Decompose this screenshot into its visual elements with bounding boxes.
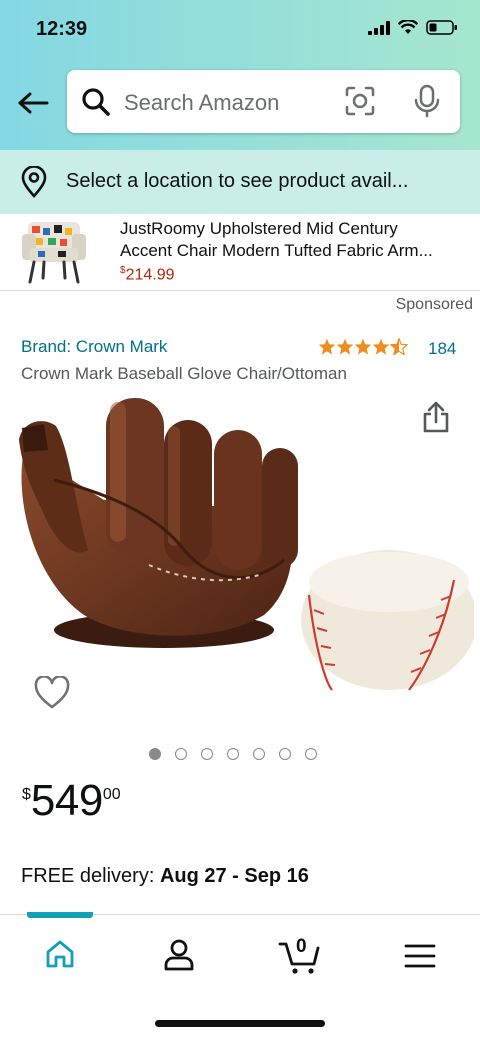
price-whole: 549 (30, 776, 103, 825)
ad-title[interactable]: JustRoomy Upholstered Mid Century Accent… (120, 218, 460, 262)
wishlist-heart-icon[interactable] (34, 676, 70, 710)
search-icon (82, 88, 110, 116)
carousel-dot[interactable] (175, 748, 187, 760)
star-icon (336, 338, 354, 355)
delivery-label: FREE delivery: (21, 865, 160, 887)
nav-active-indicator (27, 912, 93, 918)
wifi-icon (398, 20, 418, 34)
image-carousel-dots[interactable] (149, 748, 317, 760)
ad-title-line2: Accent Chair Modern Tufted Fabric Arm... (120, 241, 433, 260)
back-button[interactable] (14, 84, 52, 122)
cart-count: 0 (296, 936, 307, 957)
carousel-dot[interactable] (149, 748, 161, 760)
ad-product-image[interactable] (18, 216, 90, 286)
price-fraction: 00 (102, 786, 121, 803)
battery-icon (426, 20, 457, 35)
search-bar[interactable]: Search Amazon (67, 70, 460, 133)
review-count[interactable]: 184 (428, 339, 456, 359)
search-input[interactable]: Search Amazon (124, 90, 279, 116)
status-bar: 12:39 (0, 0, 480, 60)
brand-link[interactable]: Brand: Crown Mark (21, 337, 167, 357)
half-star-icon (390, 338, 408, 355)
delivery-info: FREE delivery: Aug 27 - Sep 16 (21, 865, 309, 888)
star-rating[interactable] (318, 338, 408, 355)
menu-icon[interactable] (404, 944, 436, 968)
star-icon (318, 338, 336, 355)
carousel-dot[interactable] (305, 748, 317, 760)
carousel-dot[interactable] (253, 748, 265, 760)
star-icon (372, 338, 390, 355)
star-icon (354, 338, 372, 355)
ad-price: $214.99 (120, 265, 175, 284)
camera-search-icon[interactable] (344, 85, 376, 117)
account-icon[interactable] (163, 938, 195, 972)
carousel-dot[interactable] (227, 748, 239, 760)
location-pin-icon (21, 166, 47, 198)
share-icon[interactable] (422, 400, 450, 434)
ad-title-line1: JustRoomy Upholstered Mid Century (120, 219, 398, 238)
carousel-dot[interactable] (201, 748, 213, 760)
product-image[interactable] (14, 390, 474, 720)
sponsored-label: Sponsored (395, 296, 473, 313)
microphone-icon[interactable] (414, 84, 440, 118)
signal-icon (368, 20, 390, 35)
product-title: Crown Mark Baseball Glove Chair/Ottoman (21, 364, 347, 383)
cart-button[interactable]: 0 (278, 936, 322, 976)
home-indicator[interactable] (155, 1020, 325, 1027)
home-icon[interactable] (44, 938, 76, 970)
product-price: $ 549 00 (22, 778, 121, 824)
back-arrow-icon (18, 92, 49, 114)
status-time: 12:39 (36, 18, 88, 40)
delivery-dates: Aug 27 - Sep 16 (159, 865, 309, 887)
carousel-dot[interactable] (279, 748, 291, 760)
ad-price-value: 214.99 (125, 266, 175, 284)
location-text[interactable]: Select a location to see product avail..… (66, 170, 408, 193)
price-symbol: $ (22, 786, 31, 803)
